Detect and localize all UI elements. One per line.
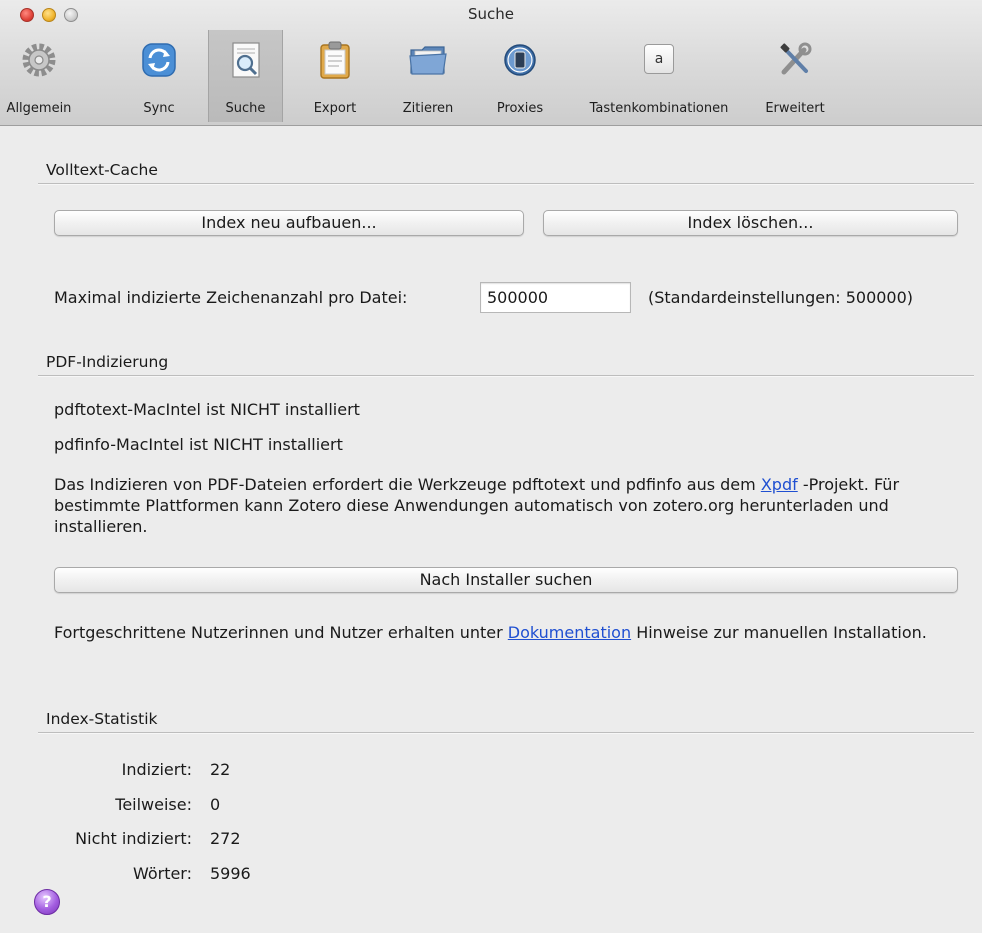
folder-icon xyxy=(409,46,447,75)
check-installer-button[interactable]: Nach Installer suchen xyxy=(54,567,958,593)
section-title-index-statistik: Index-Statistik xyxy=(46,710,158,728)
note-text: Hinweise zur manuellen Installation. xyxy=(631,623,927,642)
section-title-volltext-cache: Volltext-Cache xyxy=(46,161,158,179)
xpdf-link[interactable]: Xpdf xyxy=(761,475,798,494)
toolbar-item-allgemein[interactable]: Allgemein xyxy=(0,30,78,122)
toolbar-item-label: Sync xyxy=(143,101,175,116)
tools-icon xyxy=(780,42,812,75)
window-title: Suche xyxy=(467,5,514,23)
toolbar-item-label: Allgemein xyxy=(6,101,72,116)
window-toolbar: Suche Allgemein Sync Suche Export Zitier… xyxy=(0,0,982,126)
manual-install-note: Fortgeschrittene Nutzerinnen und Nutzer … xyxy=(54,622,964,643)
stat-value-not-indexed: 272 xyxy=(210,829,241,848)
stat-value-indexed: 22 xyxy=(210,760,231,779)
toolbar-item-export[interactable]: Export xyxy=(303,30,367,122)
keyboard-key-icon: a xyxy=(644,44,674,74)
max-chars-label: Maximal indizierte Zeichenanzahl pro Dat… xyxy=(54,288,408,307)
toolbar-item-label: Suche xyxy=(225,101,266,116)
pdfinfo-status: pdfinfo-MacIntel ist NICHT installiert xyxy=(54,435,343,454)
max-chars-input[interactable] xyxy=(480,282,631,313)
preferences-window: Suche Allgemein Sync Suche Export Zitier… xyxy=(0,0,982,933)
clipboard-icon xyxy=(320,41,350,79)
description-text: Das Indizieren von PDF-Dateien erfordert… xyxy=(54,475,761,494)
toolbar-item-label: Erweitert xyxy=(765,101,825,116)
stat-label-not-indexed: Nicht indiziert: xyxy=(75,829,192,848)
proxy-globe-icon xyxy=(504,44,536,76)
toolbar-item-proxies[interactable]: Proxies xyxy=(488,30,552,122)
toolbar-item-label: Tastenkombinationen xyxy=(589,101,729,116)
pdftotext-status: pdftotext-MacIntel ist NICHT installiert xyxy=(54,400,360,419)
toolbar-item-label: Zitieren xyxy=(402,101,454,116)
gear-icon xyxy=(22,43,56,77)
toolbar-item-tastenkombinationen[interactable]: a Tastenkombinationen xyxy=(566,30,752,122)
default-value-note: (Standardeinstellungen: 500000) xyxy=(648,288,914,307)
toolbar-item-erweitert[interactable]: Erweitert xyxy=(752,30,838,122)
pdf-tools-description: Das Indizieren von PDF-Dateien erfordert… xyxy=(54,474,954,537)
sync-icon xyxy=(142,43,176,77)
stat-label-partial: Teilweise: xyxy=(115,795,192,814)
toolbar-item-zitieren[interactable]: Zitieren xyxy=(388,30,468,122)
section-divider xyxy=(38,375,974,377)
section-title-pdf-indizierung: PDF-Indizierung xyxy=(46,353,169,371)
section-divider xyxy=(38,732,974,734)
section-divider xyxy=(38,183,974,185)
clear-index-button[interactable]: Index löschen... xyxy=(543,210,958,236)
toolbar-item-suche[interactable]: Suche xyxy=(208,30,283,122)
note-text: Fortgeschrittene Nutzerinnen und Nutzer … xyxy=(54,623,508,642)
stat-value-words: 5996 xyxy=(210,864,251,883)
stat-label-indexed: Indiziert: xyxy=(121,760,192,779)
rebuild-index-button[interactable]: Index neu aufbauen... xyxy=(54,210,524,236)
toolbar-item-sync[interactable]: Sync xyxy=(128,30,190,122)
toolbar-item-label: Export xyxy=(313,101,357,116)
documentation-link[interactable]: Dokumentation xyxy=(508,623,631,642)
search-document-icon xyxy=(231,42,260,78)
stat-value-partial: 0 xyxy=(210,795,221,814)
stat-label-words: Wörter: xyxy=(132,864,192,883)
help-button[interactable]: ? xyxy=(34,889,60,915)
toolbar-item-label: Proxies xyxy=(496,101,544,116)
